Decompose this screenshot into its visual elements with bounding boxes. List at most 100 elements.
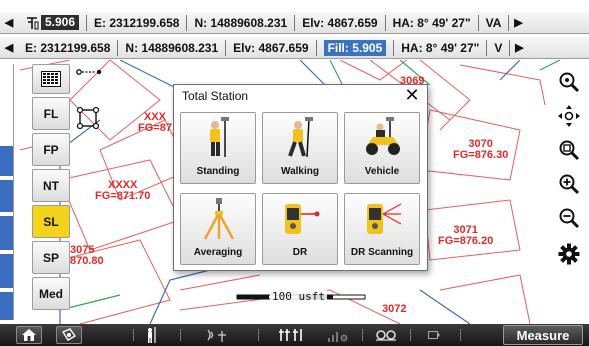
- left-status-strip: [0, 64, 14, 320]
- zoom-to-point-button[interactable]: [553, 66, 585, 98]
- mode-vehicle-button[interactable]: Vehicle: [344, 112, 420, 184]
- mode-averaging-button[interactable]: Averaging: [180, 193, 256, 265]
- atv-vehicle-icon: [366, 117, 400, 155]
- tile-label: Standing: [196, 166, 240, 177]
- hz-angle-readout: HA: 8° 49' 27": [394, 39, 488, 56]
- rod-height-cell[interactable]: 5.906: [18, 14, 88, 31]
- strip-segment: [0, 254, 13, 288]
- status-bar-second: ◀ E: 2312199.658 N: 14889608.231 Elv: 48…: [0, 37, 589, 59]
- scale-label: 100 usft: [270, 290, 327, 303]
- status-bar-top: ◀ 5.906 E: 2312199.658 N: 14889608.231 E…: [0, 12, 589, 34]
- instrument-icon: [61, 328, 77, 341]
- code-button-med[interactable]: Med: [32, 277, 70, 310]
- gear-icon: [558, 243, 580, 265]
- pan-icon: [558, 105, 580, 127]
- dialog-title: Total Station: [182, 89, 249, 103]
- northing-readout: N: 14889608.231: [187, 14, 296, 31]
- prism-button[interactable]: [202, 326, 230, 344]
- tile-label: DR: [292, 247, 308, 258]
- elevation-readout: Elv: 4867.659: [295, 14, 386, 31]
- tripod-icon: [203, 198, 235, 240]
- link-icon: [376, 330, 396, 341]
- code-button-fl[interactable]: FL: [32, 97, 70, 130]
- strip-segment: [0, 64, 13, 110]
- toolbar-divider: [133, 329, 134, 341]
- bottom-toolbar: Measure: [0, 324, 589, 346]
- scroll-right-arrow-icon[interactable]: ▶: [510, 37, 528, 58]
- signal-bars-icon: [328, 332, 348, 342]
- mode-dr-scanning-button[interactable]: DR Scanning: [344, 193, 420, 265]
- standing-surveyor-icon: [210, 117, 229, 157]
- toolbar-divider: [460, 329, 461, 341]
- settings-button[interactable]: [553, 238, 585, 270]
- fill-cell[interactable]: Fill: 5.905: [317, 39, 395, 56]
- code-button-sl[interactable]: SL: [32, 205, 70, 238]
- polygon-tool-icon: [76, 106, 100, 130]
- rod-height-icon: [25, 16, 41, 30]
- easting-readout: E: 2312199.658: [18, 39, 119, 56]
- point-label[interactable]: XXXX FG=871.70: [95, 180, 150, 202]
- strip-segment: [0, 292, 13, 320]
- elevation-readout: Elv: 4867.659: [226, 39, 317, 56]
- walking-surveyor-icon: [288, 117, 313, 158]
- pan-button[interactable]: [553, 100, 585, 132]
- rover-pair-icon: [279, 329, 302, 341]
- zoom-in-button[interactable]: [553, 168, 585, 200]
- total-station-dialog: Total Station ✕ Standing Walking Vehicle…: [173, 84, 428, 271]
- scroll-right-arrow-icon[interactable]: ▶: [509, 12, 527, 33]
- zoom-extents-icon: [559, 140, 580, 161]
- tile-label: Vehicle: [364, 166, 400, 177]
- scroll-left-arrow-icon[interactable]: ◀: [0, 12, 18, 33]
- mode-dr-button[interactable]: DR: [262, 193, 338, 265]
- close-icon[interactable]: ✕: [403, 85, 421, 105]
- mode-walking-button[interactable]: Walking: [262, 112, 338, 184]
- zoom-target-icon: [559, 72, 580, 93]
- zoom-in-icon: [559, 174, 580, 195]
- tile-label: DR Scanning: [350, 247, 414, 258]
- home-button[interactable]: [16, 326, 42, 344]
- point-label[interactable]: 3075 870.80: [70, 245, 104, 267]
- signal-strength-indicator: [325, 326, 351, 344]
- code-button-nt[interactable]: NT: [32, 169, 70, 202]
- tile-label: Averaging: [193, 247, 243, 258]
- dr-scanning-icon: [367, 203, 402, 234]
- mode-standing-button[interactable]: Standing: [180, 112, 256, 184]
- zoom-out-icon: [559, 208, 580, 229]
- line-tool-button[interactable]: [76, 66, 102, 78]
- point-label[interactable]: XXX FG=87: [138, 112, 172, 134]
- target-height-button[interactable]: [140, 326, 164, 344]
- point-label[interactable]: 3071 FG=876.20: [438, 225, 493, 247]
- strip-segment: [0, 180, 13, 212]
- measure-button[interactable]: Measure: [503, 325, 583, 345]
- right-toolbar: [553, 64, 589, 284]
- link-status-button[interactable]: [372, 326, 400, 344]
- rover-button[interactable]: [276, 326, 306, 344]
- tile-label: Walking: [281, 166, 319, 177]
- keypad-button[interactable]: [32, 64, 70, 94]
- prism-signal-icon: [207, 329, 226, 342]
- dr-instrument-icon: [285, 204, 320, 234]
- battery-indicator: [422, 326, 446, 344]
- point-label[interactable]: 3070 FG=876.30: [453, 139, 508, 161]
- code-button-sp[interactable]: SP: [32, 241, 70, 274]
- strip-segment: [0, 216, 13, 250]
- zoom-out-button[interactable]: [553, 202, 585, 234]
- code-button-fp[interactable]: FP: [32, 133, 70, 166]
- northing-readout: N: 14889608.231: [118, 39, 227, 56]
- easting-readout: E: 2312199.658: [87, 14, 188, 31]
- va-readout: V: [487, 39, 511, 56]
- scroll-left-arrow-icon[interactable]: ◀: [0, 37, 18, 58]
- home-icon: [22, 329, 36, 341]
- zoom-extents-button[interactable]: [553, 134, 585, 166]
- instrument-button[interactable]: [56, 326, 82, 344]
- va-readout: VA: [479, 14, 510, 31]
- hz-angle-readout: HA: 8° 49' 27": [386, 14, 479, 31]
- polygon-tool-button[interactable]: [76, 106, 100, 130]
- battery-icon: [428, 331, 440, 339]
- left-toolbar: FL FP NT SL SP Med: [32, 64, 70, 324]
- strip-segment: [0, 146, 13, 176]
- toolbar-divider: [258, 329, 259, 341]
- keypad-grid-icon: [41, 71, 61, 87]
- point-label[interactable]: 3072: [382, 304, 406, 315]
- rod-height-value: 5.906: [41, 15, 80, 30]
